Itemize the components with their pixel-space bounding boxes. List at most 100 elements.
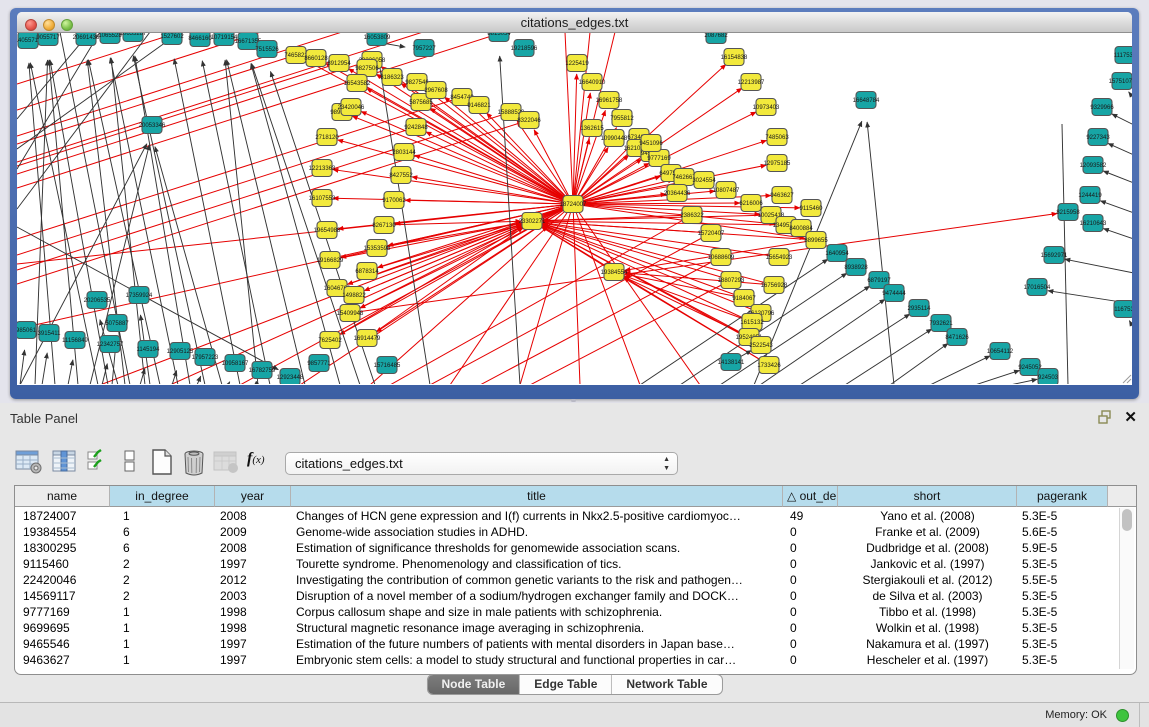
graph-node[interactable]: 16914479 (354, 330, 381, 347)
table-row[interactable]: 1872400712008Changes of HCN gene express… (15, 508, 1136, 524)
graph-node[interactable]: 8912954 (327, 55, 351, 72)
graph-node[interactable]: 9146821 (467, 97, 491, 114)
graph-node[interactable]: 9055717 (36, 33, 60, 46)
graph-node[interactable]: 15692971 (1041, 247, 1068, 264)
graph-node[interactable]: 10655287 (120, 33, 147, 42)
graph-node[interactable]: 2935114 (908, 300, 932, 317)
graph-node[interactable]: 2718120 (315, 129, 339, 146)
new-document-icon[interactable] (150, 449, 174, 476)
graph-node[interactable]: 9115460 (800, 200, 824, 217)
graph-node[interactable]: 9329966 (1090, 99, 1114, 116)
graph-node[interactable]: 3915411 (38, 325, 62, 342)
tab-network-table[interactable]: Network Table (612, 675, 721, 694)
graph-node[interactable]: 14138141 (718, 354, 745, 371)
graph-node[interactable]: 8215958 (1056, 204, 1080, 221)
graph-node[interactable]: 6878314 (355, 263, 379, 280)
graph-node[interactable]: 12093582 (1080, 157, 1107, 174)
graph-node[interactable]: 8813054 (487, 33, 511, 42)
network-window-titlebar[interactable]: citations_edges.txt (17, 12, 1132, 33)
graph-node[interactable]: 1244419 (1078, 187, 1102, 204)
graph-node[interactable]: 9170062 (382, 192, 406, 209)
column-header-title[interactable]: title (291, 486, 783, 507)
column-header-pagerank[interactable]: pagerank (1017, 486, 1108, 507)
column-header-name[interactable]: name (15, 486, 110, 507)
graph-node[interactable]: 16107553 (309, 190, 336, 207)
table-row[interactable]: 977716911998Corpus callosum shape and si… (15, 604, 1136, 620)
graph-node[interactable]: 1498822 (342, 287, 366, 304)
graph-node[interactable]: 2967608 (424, 82, 448, 99)
graph-node[interactable]: 3024554 (692, 172, 716, 189)
graph-node[interactable]: 9184067 (732, 290, 756, 307)
vertical-scrollbar[interactable] (1119, 508, 1134, 669)
graph-node[interactable]: 19654988 (314, 222, 341, 239)
graph-node[interactable]: 8660128 (304, 50, 328, 67)
graph-node[interactable]: 10990448 (601, 130, 628, 147)
graph-node[interactable]: 10807487 (713, 182, 740, 199)
graph-node[interactable]: 5075887 (105, 315, 129, 332)
graph-node[interactable]: 8322046 (517, 112, 541, 129)
graph-node[interactable]: 1362615 (580, 120, 604, 137)
graph-node[interactable]: 10654112 (987, 343, 1014, 360)
graph-node[interactable]: 6216006 (739, 195, 763, 212)
table-row[interactable]: 1938455462009Genome-wide association stu… (15, 524, 1136, 540)
tab-edge-table[interactable]: Edge Table (520, 675, 612, 694)
graph-node[interactable]: 8427552 (389, 167, 413, 184)
graph-node[interactable]: 16961758 (596, 92, 623, 109)
table-row[interactable]: 946362711997Embryonic stem cells: a mode… (15, 652, 1136, 668)
graph-node[interactable]: 12975185 (764, 155, 791, 172)
graph-node[interactable]: 16154838 (721, 49, 748, 66)
graph-node[interactable]: 1640954 (825, 245, 849, 262)
graph-node[interactable]: 20206535 (84, 292, 111, 309)
graph-node[interactable]: 9242848 (404, 119, 428, 136)
panel-splitter-handle[interactable] (571, 399, 576, 402)
graph-node[interactable]: 10958167 (222, 355, 249, 372)
graph-node[interactable]: 16640910 (579, 74, 606, 91)
graph-node[interactable]: 10973403 (753, 99, 780, 116)
graph-node[interactable]: 23420046 (338, 99, 365, 116)
table-row[interactable]: 946554611997Estimation of the future num… (15, 636, 1136, 652)
function-icon[interactable]: f(x) (247, 450, 265, 468)
table-row[interactable]: 969969511998Structural magnetic resonanc… (15, 620, 1136, 636)
graph-node[interactable]: 924503 (1038, 369, 1059, 385)
table-row[interactable]: 911546021997Tourette syndrome. Phenomeno… (15, 556, 1136, 572)
column-check-icon[interactable] (86, 449, 108, 475)
graph-node[interactable]: 19166829 (317, 252, 344, 269)
graph-node[interactable]: 16648784 (853, 92, 880, 109)
column-header-in_degree[interactable]: in_degree (110, 486, 215, 507)
graph-node[interactable]: 1145194 (137, 341, 161, 358)
close-panel-icon[interactable]: ✕ (1124, 408, 1137, 426)
tab-node-table[interactable]: Node Table (427, 675, 520, 694)
graph-node[interactable]: 8899655 (804, 232, 828, 249)
graph-node[interactable]: 16543582 (344, 75, 371, 92)
float-panel-icon[interactable] (1098, 410, 1113, 424)
graph-node[interactable]: 9857771 (307, 355, 331, 372)
graph-node[interactable]: 12342757 (97, 336, 124, 353)
graph-node[interactable]: 9227343 (1086, 129, 1110, 146)
scrollbar-thumb[interactable] (1122, 509, 1132, 531)
graph-node[interactable]: 16053809 (364, 33, 391, 46)
network-canvas[interactable]: 1405571290557172069143610655281065528715… (17, 33, 1132, 384)
graph-node[interactable]: 7957227 (412, 40, 436, 57)
graph-node[interactable]: 15353598 (364, 240, 391, 257)
graph-node[interactable]: 12923448 (277, 369, 304, 385)
graph-node[interactable]: 12213363 (309, 160, 336, 177)
graph-node[interactable]: 985061 (17, 322, 37, 339)
graph-node[interactable]: 7515526 (255, 41, 279, 58)
graph-node[interactable]: 1117537 (1114, 47, 1132, 64)
graph-node[interactable]: 1733426 (757, 357, 781, 374)
graph-node[interactable]: 9474444 (882, 285, 906, 302)
column-header-short[interactable]: short (838, 486, 1017, 507)
table-select-combo[interactable]: citations_edges.txt ▲▼ (285, 452, 678, 475)
graph-node[interactable]: 18724007 (560, 196, 587, 213)
graph-node[interactable]: 7625402 (318, 332, 342, 349)
graph-node[interactable]: 16756928 (761, 277, 788, 294)
graph-node[interactable]: 16210643 (1080, 215, 1107, 232)
table-row[interactable]: 1456911722003Disruption of a novel membe… (15, 588, 1136, 604)
table-settings-icon[interactable] (15, 449, 43, 475)
graph-node[interactable]: 7485063 (765, 129, 789, 146)
graph-node[interactable]: 9451096 (639, 135, 663, 152)
graph-node[interactable]: 2087682 (704, 33, 728, 44)
graph-node[interactable]: 2803144 (392, 144, 416, 161)
graph-node[interactable]: 8938928 (844, 259, 868, 276)
graph-node[interactable]: 17957223 (192, 349, 219, 366)
